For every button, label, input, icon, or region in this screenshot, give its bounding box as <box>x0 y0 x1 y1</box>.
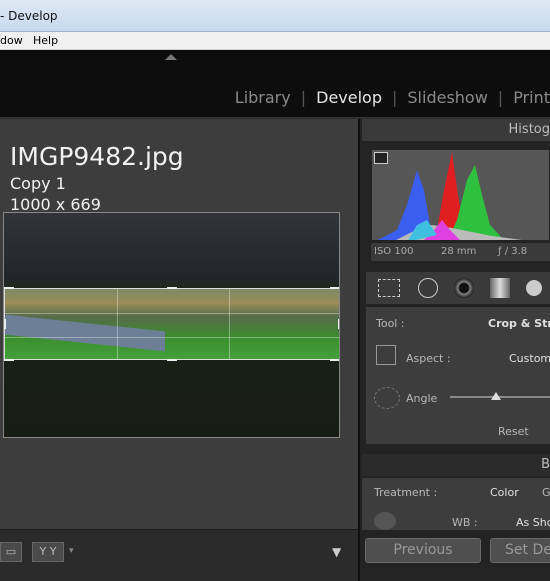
crop-mask-bottom <box>4 360 339 437</box>
crop-handle-bl[interactable] <box>4 359 14 361</box>
module-list: Library | Develop | Slideshow | Print <box>234 88 550 107</box>
menu-bar: dow Help <box>0 32 550 50</box>
set-default-button[interactable]: Set Def <box>490 538 550 563</box>
title-bar: - Develop <box>0 0 550 32</box>
wb-selector-icon[interactable] <box>374 512 396 530</box>
aperture-value: ƒ / 3.8 <box>498 246 528 257</box>
loupe-icon: ▭ <box>5 545 17 558</box>
crop-handle-top[interactable] <box>167 287 177 289</box>
wb-label: WB : <box>452 516 478 529</box>
crop-handle-tl[interactable] <box>4 287 14 289</box>
photo-river <box>5 314 165 352</box>
histogram-info: ISO 100 28 mm ƒ / 3.8 <box>371 243 550 261</box>
angle-label: Angle <box>406 392 438 405</box>
menu-help[interactable]: Help <box>33 34 58 47</box>
crop-handle-left[interactable] <box>4 319 6 329</box>
module-develop[interactable]: Develop <box>316 88 382 107</box>
aspect-select[interactable]: Custom <box>509 352 550 365</box>
red-eye-icon[interactable] <box>454 278 474 298</box>
tool-value: Crop & Stra <box>488 317 550 330</box>
crop-handle-right[interactable] <box>338 319 339 329</box>
histogram <box>371 149 550 241</box>
previous-button[interactable]: Previous <box>365 538 481 563</box>
spot-removal-icon[interactable] <box>418 278 438 298</box>
photo-preview[interactable] <box>3 212 340 438</box>
window-title: - Develop <box>0 9 58 23</box>
graduated-filter-icon[interactable] <box>490 278 510 298</box>
aspect-lock-icon[interactable] <box>376 345 396 365</box>
module-library[interactable]: Library <box>235 88 291 107</box>
loupe-view-button[interactable]: ▭ <box>0 542 22 562</box>
image-filename: IMGP9482.jpg <box>10 142 184 171</box>
reset-button[interactable]: Reset <box>498 425 529 438</box>
before-after-button[interactable]: Y Y <box>32 542 64 562</box>
module-slideshow[interactable]: Slideshow <box>407 88 487 107</box>
crop-handle-tr[interactable] <box>330 287 339 289</box>
adjustment-brush-icon[interactable] <box>526 280 542 296</box>
collapse-top-panel-icon[interactable] <box>165 54 177 60</box>
module-picker <box>0 50 550 118</box>
module-print[interactable]: Print <box>513 88 550 107</box>
crop-tool-icon[interactable] <box>378 279 400 297</box>
toolbar-menu-icon[interactable]: ▼ <box>332 545 341 559</box>
aspect-label: Aspect : <box>406 352 451 365</box>
wb-select[interactable]: As Sho <box>516 516 550 529</box>
focal-length: 28 mm <box>441 246 477 257</box>
histogram-label: Histog <box>508 122 550 137</box>
tool-strip <box>366 272 550 304</box>
crop-handle-bottom[interactable] <box>167 359 177 361</box>
treatment-color[interactable]: Color <box>490 486 519 499</box>
image-copy: Copy 1 <box>10 174 66 193</box>
basic-label: B <box>541 457 550 472</box>
basic-panel: Treatment : Color G WB : As Sho <box>362 478 550 530</box>
crop-overlay[interactable] <box>4 288 339 360</box>
crop-tool-panel: Tool : Crop & Stra Aspect : Custom Angle… <box>366 306 550 444</box>
treatment-label: Treatment : <box>374 486 438 499</box>
straighten-tool-icon[interactable] <box>374 387 400 409</box>
before-after-dropdown-icon[interactable]: ▾ <box>69 546 74 556</box>
iso-value: ISO 100 <box>374 246 414 257</box>
treatment-grayscale[interactable]: G <box>542 486 550 499</box>
tool-label: Tool : <box>376 317 405 330</box>
histogram-header[interactable]: Histog <box>362 119 550 141</box>
crop-handle-br[interactable] <box>330 359 339 361</box>
basic-panel-header[interactable]: B <box>362 454 550 476</box>
menu-window[interactable]: dow <box>0 34 23 47</box>
angle-slider-thumb[interactable] <box>491 392 501 400</box>
crop-mask-top <box>4 213 339 288</box>
